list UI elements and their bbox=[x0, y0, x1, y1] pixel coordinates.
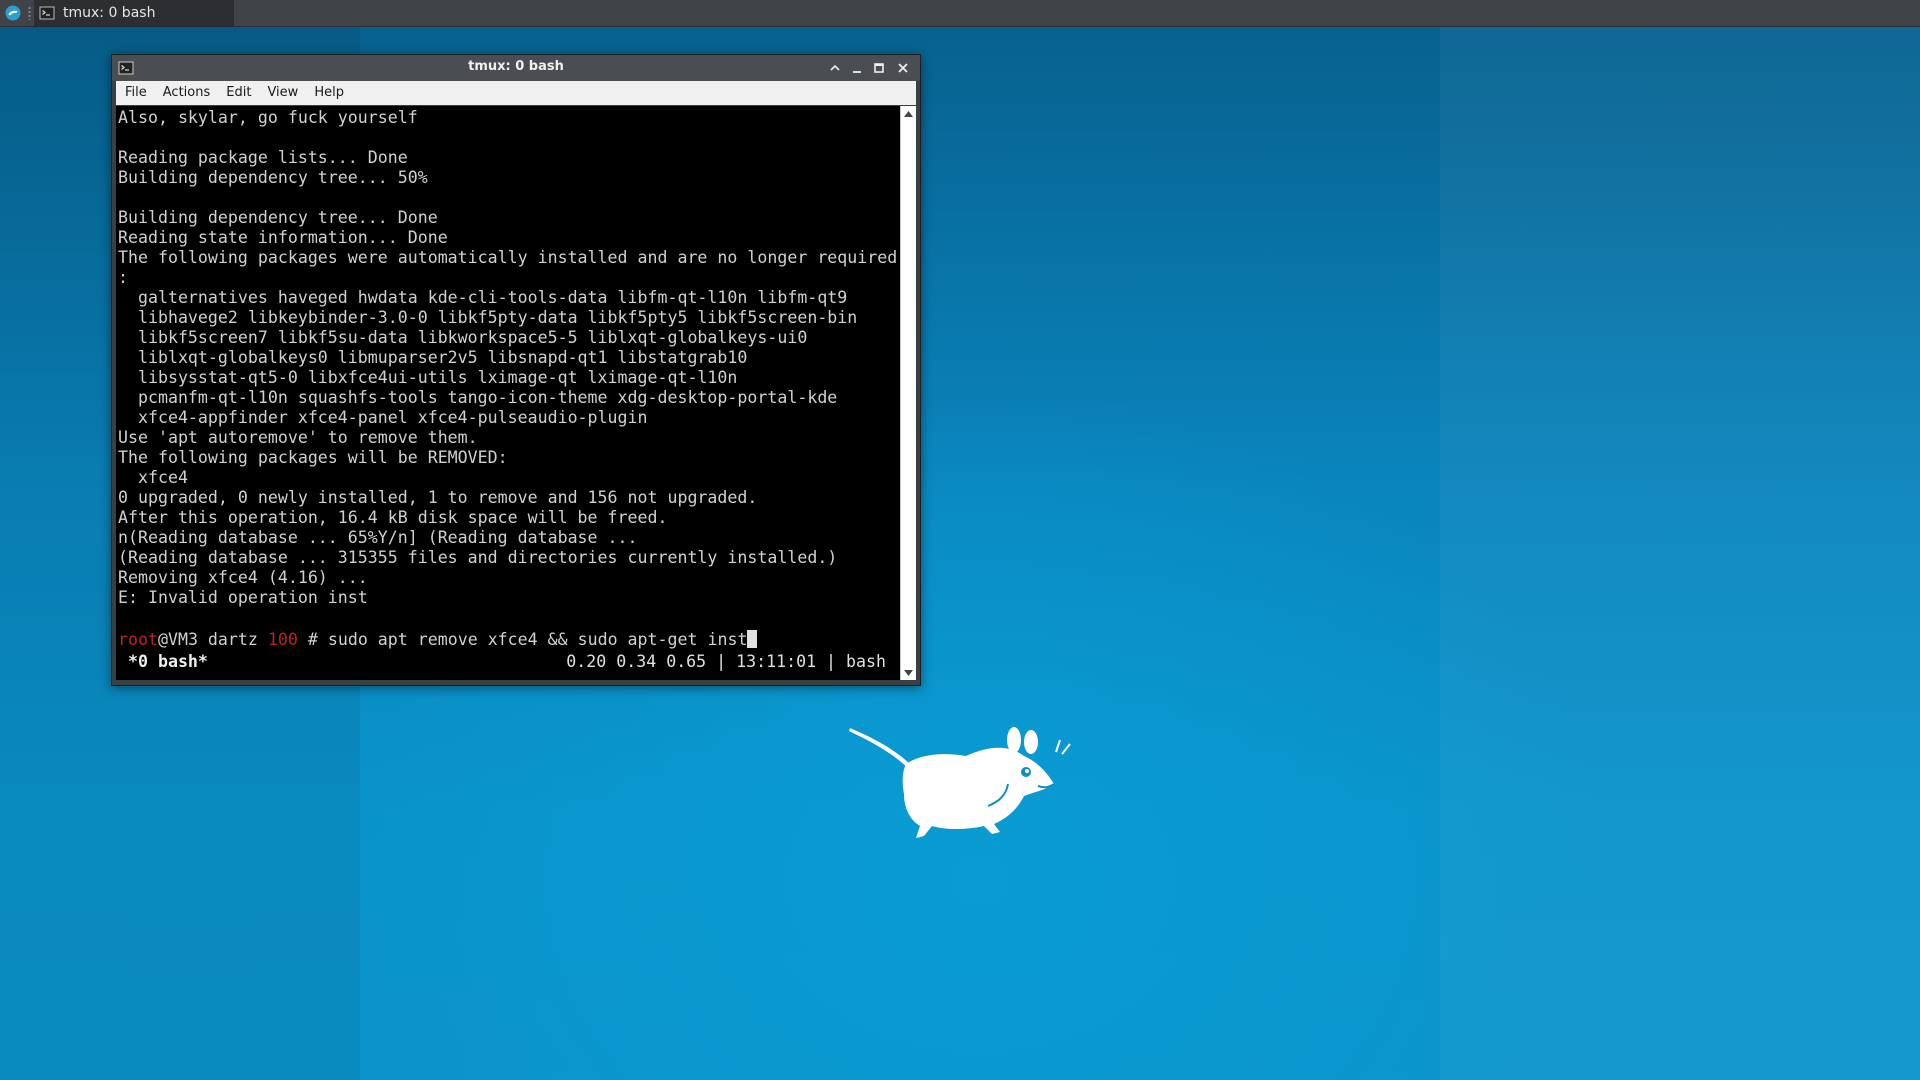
tmux-status-bar: *0 bash* 0.20 0.34 0.65 | 13:11:01 | bash bbox=[116, 650, 900, 672]
prompt-exit-code: 100 bbox=[267, 630, 298, 649]
terminal-icon bbox=[39, 6, 55, 20]
terminal-line: 0 upgraded, 0 newly installed, 1 to remo… bbox=[118, 488, 758, 507]
menu-actions[interactable]: Actions bbox=[155, 81, 219, 105]
xfce-menu-icon bbox=[5, 5, 21, 21]
terminal-line: pcmanfm-qt-l10n squashfs-tools tango-ico… bbox=[118, 388, 838, 407]
terminal-line: The following packages were automaticall… bbox=[118, 248, 898, 267]
terminal-line: Building dependency tree... 50% bbox=[118, 168, 428, 187]
menu-edit[interactable]: Edit bbox=[218, 81, 259, 105]
shade-icon bbox=[830, 64, 840, 71]
chevron-down-icon bbox=[904, 669, 913, 676]
prompt-command: sudo apt remove xfce4 && sudo apt-get in… bbox=[327, 630, 748, 649]
panel-separator bbox=[28, 6, 31, 20]
text-cursor bbox=[747, 630, 758, 648]
menu-view[interactable]: View bbox=[259, 81, 306, 105]
window-titlebar[interactable]: tmux: 0 bash bbox=[112, 55, 920, 81]
terminal-line: E: Invalid operation inst bbox=[118, 588, 368, 607]
top-panel: tmux: 0 bash bbox=[0, 0, 1920, 27]
terminal-prompt-line[interactable]: root@VM3 dartz 100 # sudo apt remove xfc… bbox=[116, 628, 900, 650]
terminal-line: The following packages will be REMOVED: bbox=[118, 448, 508, 467]
scroll-down-button[interactable] bbox=[903, 667, 914, 678]
terminal-line: libhavege2 libkeybinder-3.0-0 libkf5pty-… bbox=[118, 308, 858, 327]
terminal-line: Use 'apt autoremove' to remove them. bbox=[118, 428, 478, 447]
shade-button[interactable] bbox=[826, 59, 844, 77]
menu-help[interactable]: Help bbox=[306, 81, 352, 105]
close-icon bbox=[898, 63, 908, 73]
terminal-line: (Reading database ... 315355 files and d… bbox=[118, 548, 838, 567]
terminal-line: libkf5screen7 libkf5su-data libkworkspac… bbox=[118, 328, 808, 347]
scroll-up-button[interactable] bbox=[903, 108, 914, 119]
terminal-line: After this operation, 16.4 kB disk space… bbox=[118, 508, 668, 527]
terminal-line: Reading state information... Done bbox=[118, 228, 448, 247]
terminal-line: Building dependency tree... Done bbox=[118, 208, 438, 227]
tmux-status-right: 0.20 0.34 0.65 | 13:11:01 | bash bbox=[566, 652, 886, 671]
terminal-scrollbar[interactable] bbox=[900, 106, 916, 680]
window-title: tmux: 0 bash bbox=[468, 59, 564, 74]
close-button[interactable] bbox=[894, 59, 912, 77]
minimize-icon bbox=[853, 71, 861, 73]
terminal-line: Also, skylar, go fuck yourself bbox=[118, 108, 418, 127]
prompt-user: root bbox=[118, 630, 158, 649]
terminal-line: Removing xfce4 (4.16) ... bbox=[118, 568, 368, 587]
terminal-text: Also, skylar, go fuck yourself Reading p… bbox=[116, 106, 900, 628]
terminal-line: galternatives haveged hwdata kde-cli-too… bbox=[118, 288, 848, 307]
xfce-mouse-logo bbox=[849, 727, 1071, 838]
prompt-host: @VM3 dartz bbox=[157, 630, 268, 649]
maximize-icon bbox=[874, 63, 884, 73]
maximize-button[interactable] bbox=[870, 59, 888, 77]
terminal-line: libsysstat-qt5-0 libxfce4ui-utils lximag… bbox=[118, 368, 738, 387]
terminal-line: xfce4-appfinder xfce4-panel xfce4-pulsea… bbox=[118, 408, 648, 427]
terminal-window[interactable]: tmux: 0 bash File Actions Edit View Help… bbox=[111, 54, 921, 686]
menubar: File Actions Edit View Help bbox=[116, 81, 916, 105]
terminal-line: : bbox=[118, 268, 128, 287]
terminal-output[interactable]: Also, skylar, go fuck yourself Reading p… bbox=[116, 106, 900, 680]
menu-file[interactable]: File bbox=[116, 81, 155, 105]
taskbar-window-title: tmux: 0 bash bbox=[63, 5, 156, 21]
terminal-line: liblxqt-globalkeys0 libmuparser2v5 libsn… bbox=[118, 348, 748, 367]
wallpaper-band bbox=[1440, 26, 1920, 1080]
taskbar-window-button[interactable]: tmux: 0 bash bbox=[34, 0, 234, 26]
terminal-line: xfce4 bbox=[118, 468, 188, 487]
terminal-line: Reading package lists... Done bbox=[118, 148, 408, 167]
prompt-symbol: # bbox=[297, 630, 328, 649]
xfce-menu-button[interactable] bbox=[4, 4, 22, 22]
tmux-window-name[interactable]: *0 bash* bbox=[118, 652, 208, 671]
minimize-button[interactable] bbox=[848, 59, 866, 77]
chevron-up-icon bbox=[904, 110, 913, 117]
terminal-line: n(Reading database ... 65%Y/n] (Reading … bbox=[118, 528, 638, 547]
